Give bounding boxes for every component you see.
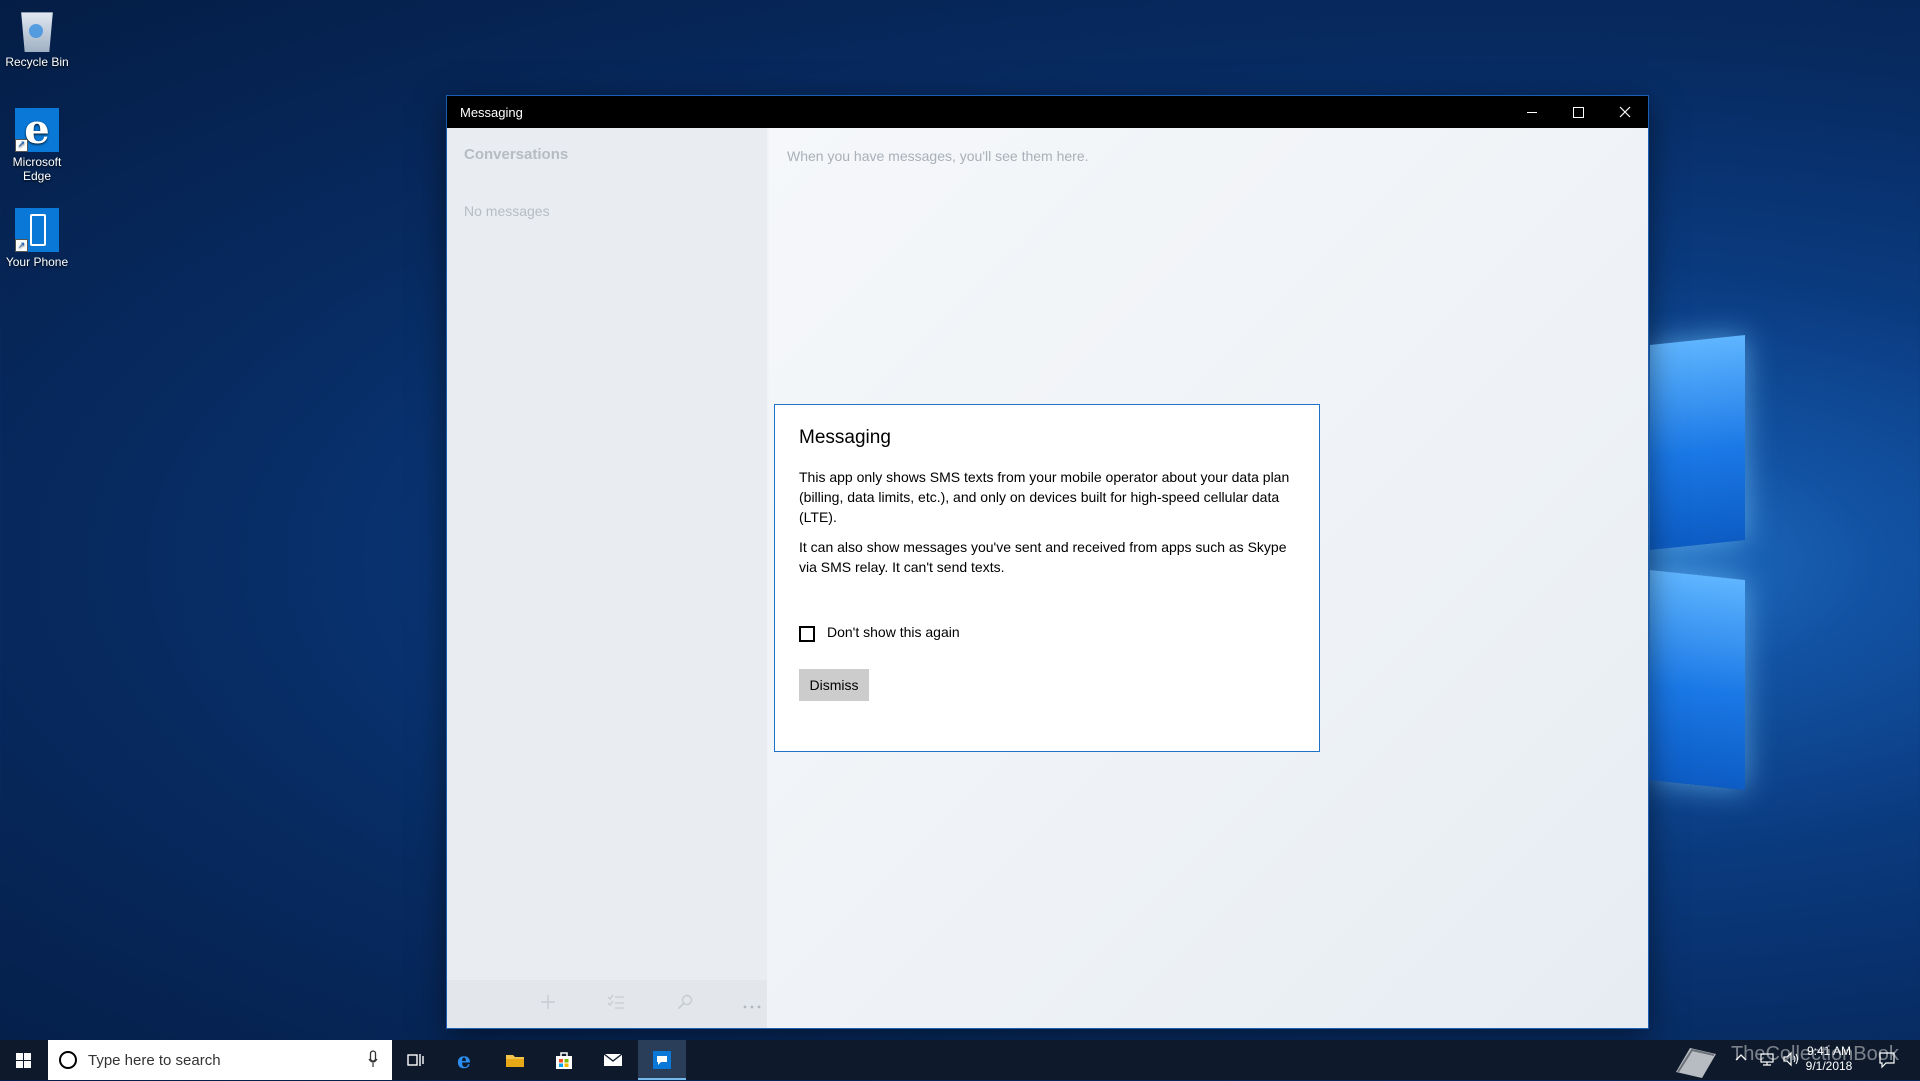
messaging-icon	[653, 1051, 671, 1069]
taskbar-store[interactable]	[540, 1040, 588, 1080]
windows-logo-wallpaper	[1640, 300, 1920, 820]
minimize-button[interactable]	[1509, 96, 1555, 128]
close-button[interactable]	[1602, 96, 1648, 128]
store-bag-icon	[556, 1052, 572, 1069]
messaging-info-dialog: Messaging This app only shows SMS texts …	[774, 404, 1320, 752]
taskbar-messaging[interactable]	[638, 1040, 686, 1080]
windows-start-icon	[16, 1053, 32, 1068]
maximize-button[interactable]	[1555, 96, 1601, 128]
desktop-icon-recycle-bin[interactable]: Recycle Bin	[4, 8, 70, 69]
desktop-icon-label: Recycle Bin	[5, 55, 69, 69]
desktop-icon-your-phone[interactable]: ↗ Your Phone	[4, 208, 70, 269]
dialog-paragraph-2: It can also show messages you've sent an…	[799, 539, 1287, 575]
dont-show-again-label[interactable]: Don't show this again	[827, 624, 960, 640]
start-button[interactable]	[0, 1040, 48, 1080]
search-button[interactable]	[673, 992, 697, 1016]
logo-pane-top	[1650, 335, 1745, 550]
dialog-paragraph-1: This app only shows SMS texts from your …	[799, 469, 1290, 525]
cortana-icon	[59, 1051, 77, 1069]
search-icon	[677, 994, 693, 1010]
folder-icon	[506, 1055, 524, 1067]
edge-icon: e	[457, 1050, 471, 1070]
taskbar-mail[interactable]	[589, 1040, 637, 1080]
phone-icon: ↗	[15, 208, 59, 252]
dialog-title: Messaging	[799, 427, 891, 448]
dont-show-again-checkbox[interactable]	[799, 626, 815, 642]
window-titlebar[interactable]: Messaging	[447, 96, 1648, 128]
dismiss-button[interactable]: Dismiss	[799, 669, 869, 701]
task-view-button[interactable]	[392, 1040, 440, 1080]
new-message-button[interactable]	[536, 992, 560, 1016]
microphone-icon[interactable]	[364, 1050, 382, 1070]
window-title: Messaging	[460, 105, 523, 120]
recycle-bin-icon	[21, 12, 53, 52]
conversations-pane: Conversations No messages	[447, 128, 767, 1028]
more-options-button[interactable]	[740, 992, 764, 1016]
desktop-icon-label: Microsoft Edge	[12, 155, 62, 183]
taskbar-search-box[interactable]: Type here to search	[48, 1040, 392, 1080]
desktop-icon-label: Your Phone	[5, 255, 69, 269]
taskbar-edge[interactable]: e	[442, 1040, 490, 1080]
empty-state-hint: When you have messages, you'll see them …	[787, 148, 1089, 164]
watermark-text: TheCollectionBook	[1731, 1043, 1899, 1065]
logo-pane-bottom	[1650, 570, 1745, 790]
mail-icon	[603, 1053, 623, 1066]
task-view-icon	[407, 1054, 424, 1066]
no-messages-text: No messages	[464, 203, 550, 219]
checklist-icon	[607, 994, 624, 1009]
edge-icon: e ↗	[15, 108, 59, 152]
desktop-icon-microsoft-edge[interactable]: e ↗ Microsoft Edge	[4, 108, 70, 184]
svg-text:e: e	[457, 1050, 471, 1070]
more-dots-icon	[743, 1005, 761, 1009]
shortcut-arrow-icon: ↗	[15, 239, 28, 252]
taskbar-file-explorer[interactable]	[491, 1040, 539, 1080]
search-placeholder: Type here to search	[88, 1052, 221, 1069]
plus-icon	[541, 995, 555, 1009]
conversations-app-bar	[447, 980, 767, 1028]
conversations-heading: Conversations	[464, 146, 569, 163]
close-icon	[1619, 106, 1631, 118]
tray-book-icon	[1670, 1044, 1722, 1081]
shortcut-arrow-icon: ↗	[15, 139, 28, 152]
taskbar: Type here to search e 9:41 AM 9/1/2018	[0, 1040, 1920, 1080]
select-button[interactable]	[604, 992, 628, 1016]
